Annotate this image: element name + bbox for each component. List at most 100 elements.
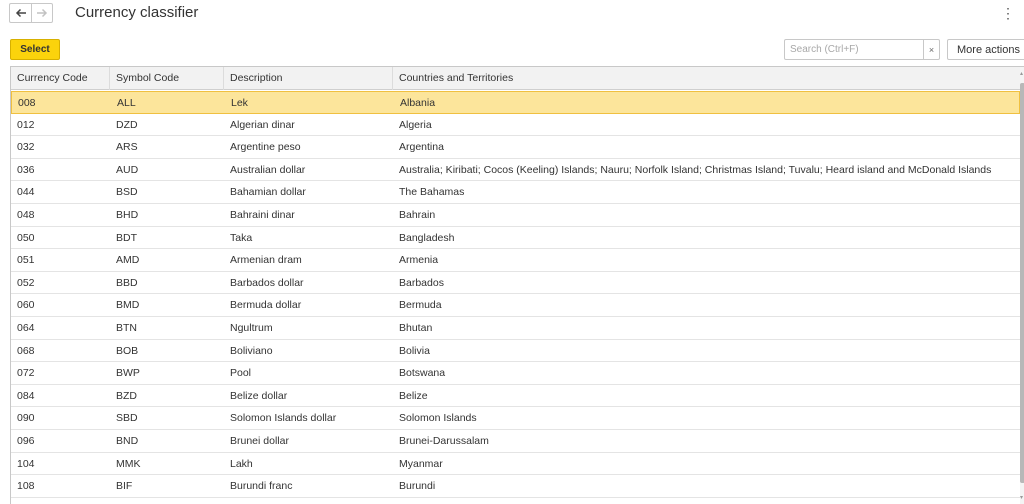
toolbar: Select × More actions▾ [0,37,1024,61]
cell-currency-code: 036 [17,163,35,176]
cell-description: Bahraini dinar [230,208,295,221]
table-row[interactable]: 108 BIF Burundi franc Burundi [11,475,1020,498]
cell-countries: Solomon Islands [399,412,477,425]
cell-countries: Argentina [399,141,444,154]
cell-symbol-code: BOB [116,344,139,357]
cell-currency-code: 051 [17,254,35,267]
table-row[interactable]: 050 BDT Taka Bangladesh [11,227,1020,250]
cell-description: Barbados dollar [230,276,304,289]
title-bar: Currency classifier ⋮ [0,0,1024,28]
cell-countries: Barbados [399,276,444,289]
cell-currency-code: 044 [17,186,35,199]
table-row[interactable]: 104 MMK Lakh Myanmar [11,453,1020,476]
table-body: 008 ALL Lek Albania 012 DZD Algerian dinar Alge… [11,91,1020,498]
table-row[interactable]: 052 BBD Barbados dollar Barbados [11,272,1020,295]
cell-description: Australian dollar [230,163,306,176]
table-row[interactable]: 064 BTN Ngultrum Bhutan [11,317,1020,340]
cell-countries: The Bahamas [399,186,465,199]
cell-symbol-code: ALL [117,97,136,109]
vertical-scrollbar[interactable]: ▴ ▾ [1020,67,1024,504]
table-row[interactable]: 008 ALL Lek Albania [11,91,1020,114]
cell-symbol-code: BDT [116,231,137,244]
cell-countries: Bangladesh [399,231,455,244]
cell-countries: Algeria [399,118,432,131]
cell-description: Boliviano [230,344,273,357]
column-header-description[interactable]: Description [224,67,393,90]
cell-description: Armenian dram [230,254,302,267]
table-row[interactable]: 032 ARS Argentine peso Argentina [11,136,1020,159]
cell-currency-code: 072 [17,367,35,380]
cell-symbol-code: BMD [116,299,140,312]
cell-symbol-code: SBD [116,412,138,425]
cell-currency-code: 068 [17,344,35,357]
cell-currency-code: 048 [17,208,35,221]
cell-countries: Botswana [399,367,446,380]
table-row[interactable]: 036 AUD Australian dollar Australia; Kiriba… [11,159,1020,182]
cell-symbol-code: BBD [116,276,138,289]
cell-symbol-code: BZD [116,389,137,402]
cell-currency-code: 050 [17,231,35,244]
cell-description: Belize dollar [230,389,288,402]
table-row[interactable]: 044 BSD Bahamian dollar The Bahamas [11,181,1020,204]
cell-currency-code: 064 [17,321,35,334]
column-header-symbol-code[interactable]: Symbol Code [110,67,224,90]
cell-currency-code: 084 [17,389,35,402]
cell-symbol-code: DZD [116,118,138,131]
column-header-currency-code[interactable]: Currency Code [11,67,110,90]
currency-table: Currency Code Symbol Code Description Co… [10,66,1024,504]
table-row[interactable]: 051 AMD Armenian dram Armenia [11,249,1020,272]
cell-currency-code: 104 [17,457,35,470]
cell-countries: Myanmar [399,457,443,470]
cell-symbol-code: BIF [116,480,133,493]
cell-symbol-code: AMD [116,254,140,267]
cell-currency-code: 060 [17,299,35,312]
more-actions-label: More actions [957,43,1020,56]
cell-symbol-code: BHD [116,208,139,221]
cell-symbol-code: ARS [116,141,138,154]
scroll-up-icon[interactable]: ▴ [1020,71,1024,77]
cell-symbol-code: MMK [116,457,141,470]
cell-description: Taka [230,231,253,244]
cell-description: Bermuda dollar [230,299,302,312]
table-row[interactable]: 068 BOB Boliviano Bolivia [11,340,1020,363]
cell-countries: Bahrain [399,208,436,221]
search-input[interactable] [784,39,924,60]
cell-countries: Bolivia [399,344,430,357]
table-row[interactable]: 012 DZD Algerian dinar Algeria [11,114,1020,137]
kebab-menu-icon[interactable]: ⋮ [1001,5,1015,21]
page-title: Currency classifier [75,4,199,21]
table-header: Currency Code Symbol Code Description Co… [11,67,1020,90]
cell-currency-code: 032 [17,141,35,154]
cell-description: Solomon Islands dollar [230,412,337,425]
scroll-down-icon[interactable]: ▾ [1020,495,1024,501]
cell-countries: Australia; Kiribati; Cocos (Keeling) Isl… [399,163,992,176]
cell-symbol-code: BND [116,434,139,447]
cell-description: Bahamian dollar [230,186,306,199]
cell-description: Burundi franc [230,480,293,493]
scrollbar-thumb[interactable] [1020,83,1024,483]
column-header-countries[interactable]: Countries and Territories [393,67,1020,90]
back-button[interactable] [9,3,31,23]
cell-symbol-code: BSD [116,186,138,199]
clear-search-icon[interactable]: × [924,39,940,60]
table-row[interactable]: 072 BWP Pool Botswana [11,362,1020,385]
cell-symbol-code: BTN [116,321,137,334]
cell-currency-code: 012 [17,118,35,131]
cell-countries: Albania [400,97,436,109]
table-row[interactable]: 060 BMD Bermuda dollar Bermuda [11,294,1020,317]
arrow-left-icon [15,8,26,18]
cell-countries: Armenia [399,254,439,267]
cell-countries: Belize [399,389,428,402]
forward-button[interactable] [31,3,53,23]
table-row[interactable]: 090 SBD Solomon Islands dollar Solomon Isla… [11,407,1020,430]
more-actions-button[interactable]: More actions▾ [947,39,1024,60]
cell-description: Ngultrum [230,321,273,334]
cell-description: Lakh [230,457,253,470]
arrow-right-icon [37,8,48,18]
cell-currency-code: 096 [17,434,35,447]
select-button[interactable]: Select [10,39,60,60]
table-row[interactable]: 096 BND Brunei dollar Brunei-Darussalam [11,430,1020,453]
table-row[interactable]: 084 BZD Belize dollar Belize [11,385,1020,408]
table-row[interactable]: 048 BHD Bahraini dinar Bahrain [11,204,1020,227]
cell-description: Lek [231,97,248,109]
